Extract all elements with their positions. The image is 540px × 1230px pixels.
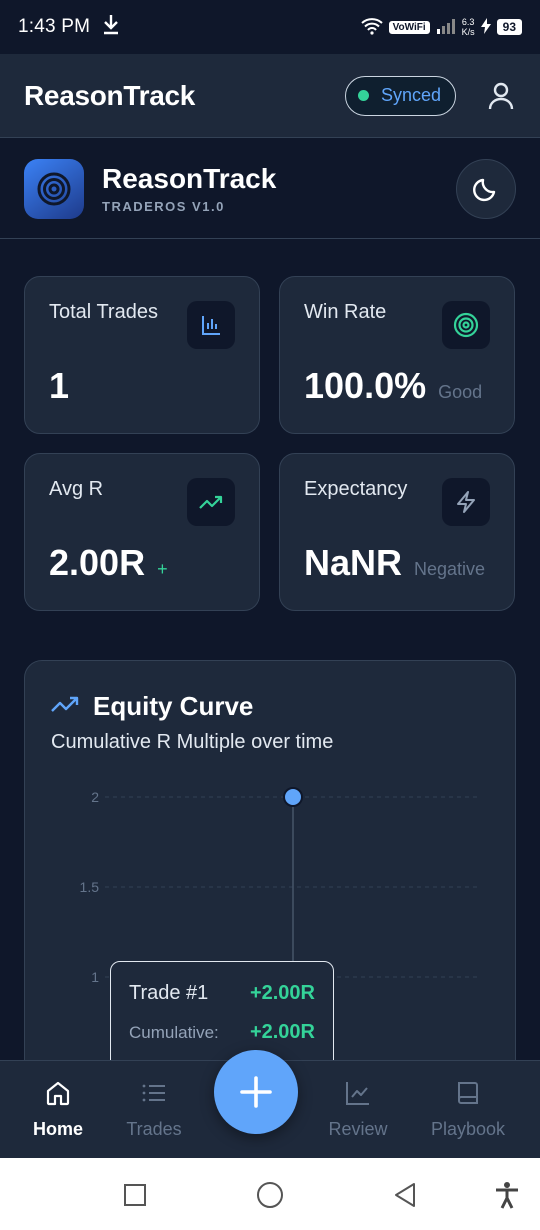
add-trade-button[interactable] xyxy=(214,1050,298,1134)
recents-icon[interactable] xyxy=(120,1180,150,1210)
bar-chart-icon xyxy=(187,301,235,349)
sync-status-badge[interactable]: Synced xyxy=(344,75,456,116)
list-icon xyxy=(142,1084,165,1102)
nav-label: Playbook xyxy=(430,1119,506,1139)
y-tick-label: 1 xyxy=(91,969,99,985)
line-chart-icon xyxy=(346,1082,369,1105)
moon-icon xyxy=(473,178,496,201)
nav-home[interactable]: Home xyxy=(8,1079,108,1140)
stat-card-win-rate: Win Rate 100.0% Good xyxy=(279,276,515,434)
system-nav-bar xyxy=(0,1158,540,1230)
status-icons: VoWiFi 6.3 K/s 93 xyxy=(360,17,522,38)
stat-card-avg-r: Avg R 2.00R + xyxy=(24,453,260,611)
user-icon[interactable] xyxy=(486,81,516,111)
stat-sub: + xyxy=(157,559,168,579)
charging-icon xyxy=(480,17,491,37)
home-icon xyxy=(46,1081,70,1106)
stat-card-total-trades: Total Trades 1 xyxy=(24,276,260,434)
tooltip-title-value: +2.00R xyxy=(249,982,315,1004)
app-title: ReasonTrack xyxy=(24,79,196,111)
back-icon[interactable] xyxy=(390,1180,420,1210)
lightning-icon xyxy=(442,478,490,526)
nav-playbook[interactable]: Playbook xyxy=(418,1079,518,1140)
data-point[interactable] xyxy=(283,787,303,807)
brand-row: ReasonTrack TRADEROS V1.0 xyxy=(0,139,540,239)
nav-trades[interactable]: Trades xyxy=(104,1079,204,1140)
tooltip-value: +2.00R xyxy=(249,1021,315,1043)
stat-value: 1 xyxy=(49,365,70,406)
trending-up-icon xyxy=(187,478,235,526)
stat-value: 100.0% xyxy=(304,365,427,406)
accessibility-icon[interactable] xyxy=(492,1180,522,1210)
tooltip-title: Trade #1 xyxy=(129,982,209,1004)
battery-level: 93 xyxy=(496,19,522,35)
plus-icon xyxy=(240,1076,272,1108)
home-circle-icon[interactable] xyxy=(255,1180,285,1210)
theme-toggle-button[interactable] xyxy=(456,158,516,219)
equity-curve-card: Equity Curve Cumulative R Multiple over … xyxy=(24,660,516,1120)
stat-sub: Negative xyxy=(414,559,486,579)
wifi-icon xyxy=(360,17,383,38)
nav-label: Home xyxy=(32,1119,83,1139)
network-speed: 6.3 K/s xyxy=(461,17,475,37)
y-tick-label: 2 xyxy=(91,789,99,805)
status-bar: 1:43 PM VoWiFi 6.3 K/s 93 xyxy=(0,0,540,54)
y-tick-label: 1.5 xyxy=(80,879,100,895)
stat-value: NaNR xyxy=(304,542,403,583)
app-logo xyxy=(24,158,84,219)
target-logo-icon xyxy=(37,172,71,205)
sync-label: Synced xyxy=(380,85,441,105)
nav-label: Review xyxy=(328,1119,388,1139)
brand-version: TRADEROS V1.0 xyxy=(102,199,225,214)
target-icon xyxy=(442,301,490,349)
stat-card-expectancy: Expectancy NaNR Negative xyxy=(279,453,515,611)
sync-dot-icon xyxy=(357,90,369,101)
stat-sub: Good xyxy=(438,382,483,402)
download-icon xyxy=(102,13,120,41)
book-icon xyxy=(458,1082,478,1104)
app-header: ReasonTrack Synced xyxy=(0,54,540,138)
tooltip-label: Cumulative: xyxy=(129,1022,219,1042)
nav-label: Trades xyxy=(126,1119,182,1139)
signal-icon xyxy=(436,18,456,37)
brand-name: ReasonTrack xyxy=(102,163,277,194)
status-time: 1:43 PM xyxy=(18,16,91,37)
volte-badge: VoWiFi xyxy=(388,20,430,34)
nav-review[interactable]: Review xyxy=(308,1079,408,1140)
stat-value: 2.00R xyxy=(49,542,146,583)
